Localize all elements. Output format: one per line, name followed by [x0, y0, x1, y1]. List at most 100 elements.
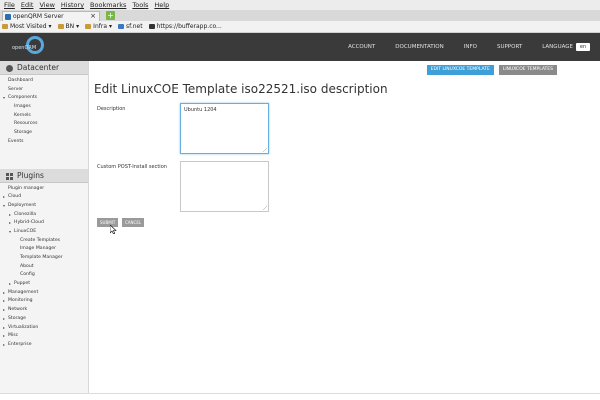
- sidebar-item[interactable]: ▸ Hybrid-Cloud: [0, 219, 88, 228]
- plugins-tree: Plugin manager ▸ Cloud ▾ Deployment ▸ Clonezil…: [0, 183, 88, 350]
- collapse-arrow-icon[interactable]: ▸: [3, 193, 5, 202]
- nav-account[interactable]: ACCOUNT: [338, 44, 385, 50]
- collapse-arrow-icon[interactable]: ▸: [3, 332, 5, 341]
- menu-tools[interactable]: Tools: [132, 0, 148, 10]
- sidebar-item-label: Virtualization: [8, 324, 39, 330]
- menu-help[interactable]: Help: [154, 0, 169, 10]
- bookmark-infra[interactable]: Infra ▾: [85, 21, 112, 32]
- browser-tab[interactable]: openQRM Server ×: [2, 11, 100, 21]
- expand-arrow-icon[interactable]: ▾: [9, 228, 11, 237]
- expand-arrow-icon[interactable]: ▾: [3, 202, 5, 211]
- bookmark-label: BN: [65, 22, 75, 30]
- menu-file[interactable]: File: [4, 0, 15, 10]
- collapse-arrow-icon[interactable]: ▸: [9, 280, 11, 289]
- tab-title: openQRM Server: [13, 13, 64, 20]
- nav-documentation[interactable]: DOCUMENTATION: [385, 44, 453, 50]
- sidebar-item[interactable]: Template Manager: [0, 254, 88, 263]
- sidebar-item[interactable]: ▾ LinuxCOE: [0, 228, 88, 237]
- sidebar-item[interactable]: Resources: [0, 120, 88, 129]
- collapse-arrow-icon[interactable]: ▸: [3, 289, 5, 298]
- sidebar-item[interactable]: ▸ Network: [0, 306, 88, 315]
- sidebar-item[interactable]: Config: [0, 271, 88, 280]
- bookmark-bufferapp[interactable]: https://bufferapp.co...: [148, 21, 222, 32]
- top-nav: ACCOUNT DOCUMENTATION INFO SUPPORT LANGU…: [338, 33, 590, 61]
- collapse-arrow-icon[interactable]: ▸: [3, 306, 5, 315]
- sidebar-item-label: Enterprise: [8, 341, 32, 347]
- sidebar-item-label: Misc: [8, 333, 19, 339]
- collapse-arrow-icon[interactable]: ▸: [3, 297, 5, 306]
- sidebar-item-label: Storage: [14, 130, 32, 136]
- sidebar-item[interactable]: ▸ Management: [0, 289, 88, 298]
- sidebar-item-label: Deployment: [8, 202, 37, 208]
- sidebar-item[interactable]: ▸ Monitoring: [0, 297, 88, 306]
- sidebar-item[interactable]: Plugin manager: [0, 185, 88, 194]
- sidebar-item[interactable]: ▸ Cloud: [0, 193, 88, 202]
- plugins-header[interactable]: Plugins: [0, 168, 88, 183]
- expand-arrow-icon[interactable]: ▾: [3, 94, 5, 103]
- menu-view[interactable]: View: [39, 0, 54, 10]
- sidebar-item[interactable]: Storage: [0, 129, 88, 138]
- sidebar-item[interactable]: Server: [0, 86, 88, 95]
- bookmark-label: Most Visited: [10, 22, 47, 30]
- new-tab-button[interactable]: +: [106, 11, 115, 20]
- sidebar-item-label: About: [20, 263, 34, 269]
- description-label: Description: [97, 106, 126, 112]
- collapse-arrow-icon[interactable]: ▸: [3, 324, 5, 333]
- menu-edit[interactable]: Edit: [21, 0, 34, 10]
- sidebar-item[interactable]: ▸ Misc: [0, 332, 88, 341]
- collapse-arrow-icon[interactable]: ▸: [3, 315, 5, 324]
- bookmark-most-visited[interactable]: Most Visited ▾: [2, 21, 52, 32]
- sidebar-item-label: Hybrid-Cloud: [14, 220, 44, 226]
- sidebar-item[interactable]: ▾ Components: [0, 94, 88, 103]
- bookmark-sfnet[interactable]: sf.net: [118, 21, 143, 32]
- nav-info[interactable]: INFO: [454, 44, 487, 50]
- templates-button[interactable]: LINUXCOE TEMPLATES: [498, 65, 557, 75]
- sidebar-item-label: Cloud: [8, 194, 22, 200]
- action-buttons: EDIT LINUXCOE TEMPLATE LINUXCOE TEMPLATE…: [426, 65, 557, 75]
- language-select[interactable]: en: [576, 43, 590, 51]
- sidebar-item-label: Create Templates: [20, 237, 61, 243]
- sidebar-item-label: LinuxCOE: [14, 228, 37, 234]
- datacenter-header[interactable]: Datacenter: [0, 61, 88, 75]
- datacenter-title: Datacenter: [17, 63, 60, 72]
- folder-icon: [85, 24, 92, 29]
- sidebar-item-label: Clonezilla: [14, 211, 37, 217]
- sidebar-item[interactable]: ▸ Clonezilla: [0, 211, 88, 220]
- resize-handle-icon[interactable]: [263, 148, 267, 152]
- page-title: Edit LinuxCOE Template iso22521.iso desc…: [94, 82, 388, 96]
- collapse-arrow-icon[interactable]: ▸: [3, 341, 5, 350]
- post-install-textarea[interactable]: [180, 161, 269, 212]
- bookmark-bn[interactable]: BN ▾: [57, 21, 79, 32]
- sidebar-item[interactable]: ▸ Storage: [0, 315, 88, 324]
- sidebar-item-label: Dashboard: [8, 78, 33, 83]
- bookmark-label: Infra: [93, 22, 107, 30]
- sidebar-item[interactable]: Dashboard: [0, 77, 88, 86]
- collapse-arrow-icon[interactable]: ▸: [9, 211, 11, 220]
- description-textarea[interactable]: Ubuntu 1204: [180, 103, 269, 154]
- cancel-button[interactable]: CANCEL: [122, 218, 145, 227]
- nav-support[interactable]: SUPPORT: [487, 44, 532, 50]
- menu-history[interactable]: History: [61, 0, 84, 10]
- sidebar-item[interactable]: ▸ Virtualization: [0, 324, 88, 333]
- browser-menubar: File Edit View History Bookmarks Tools H…: [0, 0, 600, 10]
- sidebar-item[interactable]: Create Templates: [0, 237, 88, 246]
- resize-handle-icon[interactable]: [263, 206, 267, 210]
- sidebar-item[interactable]: ▾ Deployment: [0, 202, 88, 211]
- datacenter-icon: [6, 65, 13, 72]
- menu-bookmarks[interactable]: Bookmarks: [90, 0, 126, 10]
- sidebar-item[interactable]: ▸ Puppet: [0, 280, 88, 289]
- folder-icon: [57, 24, 64, 29]
- sidebar-item[interactable]: Events: [0, 138, 88, 147]
- edit-template-button[interactable]: EDIT LINUXCOE TEMPLATE: [426, 65, 494, 75]
- sidebar-item[interactable]: ▸ Enterprise: [0, 341, 88, 350]
- sidebar-item[interactable]: Images: [0, 103, 88, 112]
- bookmark-label: sf.net: [126, 22, 143, 30]
- collapse-arrow-icon[interactable]: ▸: [9, 219, 11, 228]
- plugins-title: Plugins: [17, 170, 44, 180]
- datacenter-tree: Dashboard Server ▾ Components Images Kernels R…: [0, 75, 88, 147]
- folder-icon: [2, 24, 8, 29]
- sidebar-item[interactable]: Kernels: [0, 112, 88, 121]
- openqrm-logo[interactable]: openQRM: [10, 36, 46, 56]
- sidebar-item[interactable]: About: [0, 263, 88, 272]
- sidebar-item[interactable]: Image Manager: [0, 245, 88, 254]
